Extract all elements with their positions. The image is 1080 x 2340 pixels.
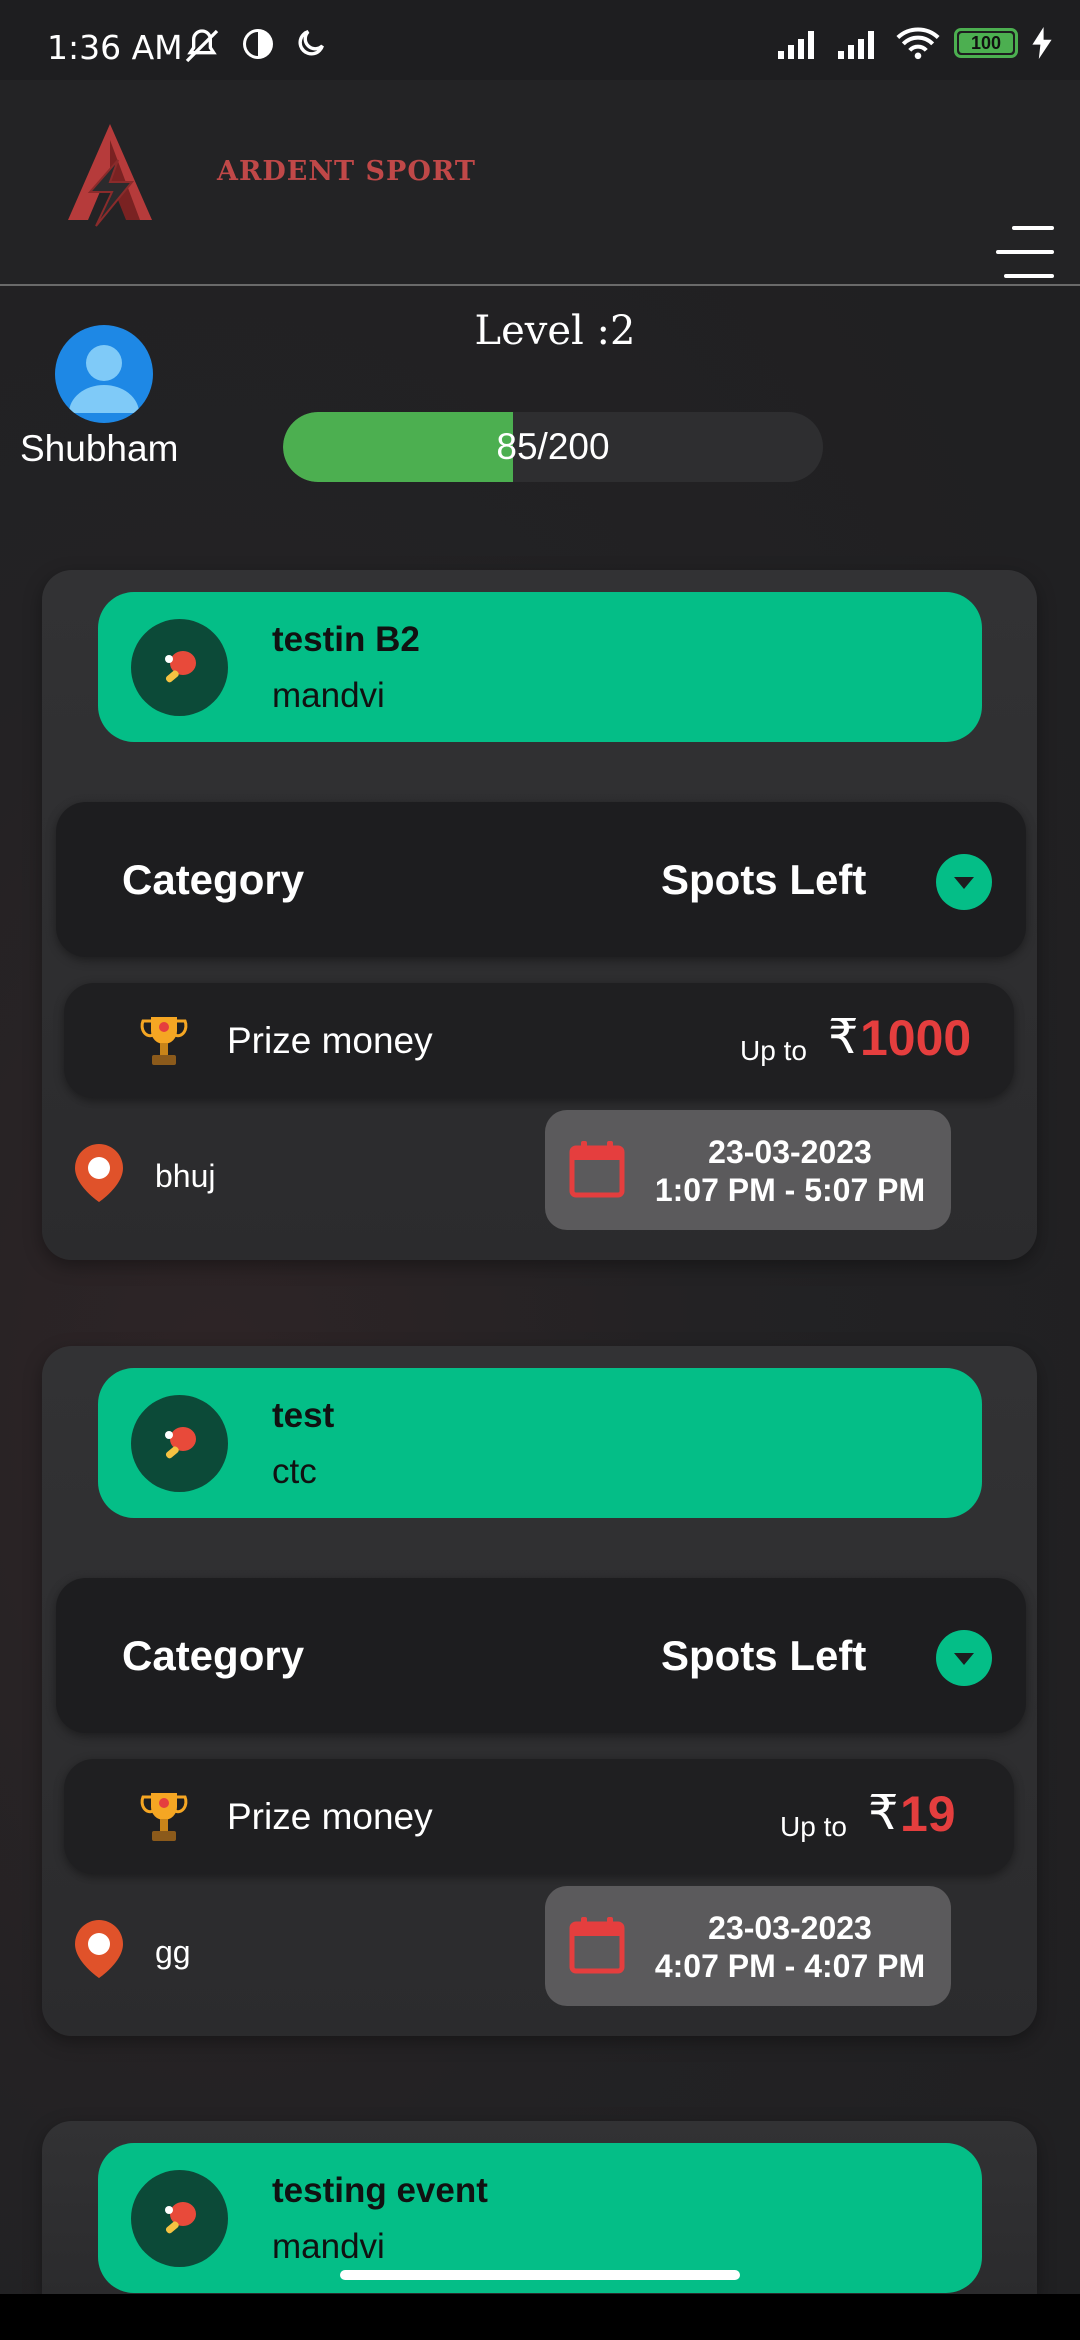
battery-icon: 100 bbox=[954, 28, 1018, 58]
category-label: Category bbox=[122, 856, 305, 903]
level-progress-bar: 85/200 bbox=[283, 412, 823, 482]
event-title: testin B2 bbox=[272, 620, 420, 659]
brand-name: ARDENT SPORT bbox=[217, 156, 476, 187]
progress-label: 85/200 bbox=[496, 426, 610, 467]
event-header[interactable]: testin B2 mandvi bbox=[98, 592, 982, 742]
mute-icon bbox=[185, 29, 219, 63]
currency-symbol: ₹ bbox=[828, 1011, 859, 1064]
home-indicator[interactable] bbox=[340, 2270, 740, 2280]
avatar[interactable] bbox=[55, 325, 153, 423]
up-to-label: Up to bbox=[780, 1811, 847, 1842]
user-icon bbox=[69, 345, 139, 413]
prize-money-label: Prize money bbox=[227, 1796, 433, 1837]
event-title: test bbox=[272, 1396, 335, 1435]
event-venue: mandvi bbox=[272, 2227, 385, 2266]
location-pin-icon bbox=[75, 1144, 123, 1202]
table-tennis-icon bbox=[131, 619, 228, 716]
wifi-icon bbox=[896, 27, 940, 60]
spots-left-label: Spots Left bbox=[661, 1632, 867, 1679]
status-time: 1:36 AM bbox=[47, 28, 183, 67]
event-date: 23-03-2023 bbox=[708, 1134, 872, 1170]
event-time: 1:07 PM - 5:07 PM bbox=[654, 1172, 926, 1208]
date-time-box: 23-03-2023 4:07 PM - 4:07 PM bbox=[545, 1886, 951, 2006]
user-name: Shubham bbox=[20, 428, 179, 469]
event-time: 4:07 PM - 4:07 PM bbox=[654, 1948, 926, 1984]
event-title: testing event bbox=[272, 2171, 488, 2210]
calendar-icon bbox=[569, 1141, 625, 1198]
table-tennis-icon bbox=[131, 2170, 228, 2267]
moon-icon bbox=[298, 30, 324, 56]
calendar-icon bbox=[569, 1917, 625, 1974]
location-pin-icon bbox=[75, 1920, 123, 1978]
trophy-icon bbox=[140, 1793, 188, 1841]
signal-icon bbox=[778, 31, 814, 59]
event-location: gg bbox=[155, 1934, 191, 1970]
chevron-down-icon[interactable] bbox=[936, 854, 992, 910]
trophy-icon bbox=[140, 1017, 188, 1065]
level-label: Level :2 bbox=[474, 308, 636, 354]
battery-level: 100 bbox=[970, 33, 1002, 53]
event-card[interactable]: test ctc Category Spots Left Prize money… bbox=[42, 1346, 1037, 2036]
ardent-sport-logo bbox=[68, 124, 152, 227]
prize-amount: 1000 bbox=[860, 1010, 972, 1066]
charging-icon bbox=[1032, 27, 1052, 59]
chevron-down-icon[interactable] bbox=[936, 1630, 992, 1686]
prize-money-label: Prize money bbox=[227, 1020, 433, 1061]
event-card[interactable]: testin B2 mandvi Category Spots Left Pri… bbox=[42, 570, 1037, 1260]
spots-left-label: Spots Left bbox=[661, 856, 867, 903]
up-to-label: Up to bbox=[740, 1035, 807, 1066]
event-venue: mandvi bbox=[272, 676, 385, 715]
date-time-box: 23-03-2023 1:07 PM - 5:07 PM bbox=[545, 1110, 951, 1230]
system-nav-bar bbox=[0, 2294, 1080, 2340]
prize-row: Prize money Up to ₹ 19 bbox=[64, 1759, 1014, 1874]
status-bar: 1:36 AM 100 bbox=[0, 0, 1080, 80]
hamburger-menu-icon[interactable] bbox=[996, 226, 1054, 278]
prize-row: Prize money Up to ₹ 1000 bbox=[64, 983, 1014, 1098]
app-header: ARDENT SPORT bbox=[0, 80, 1080, 286]
event-date: 23-03-2023 bbox=[708, 1910, 872, 1946]
event-venue: ctc bbox=[272, 1452, 317, 1491]
event-card[interactable]: testing event mandvi bbox=[42, 2121, 1037, 2294]
signal-icon bbox=[838, 31, 874, 59]
event-location: bhuj bbox=[155, 1158, 216, 1194]
data-saver-icon bbox=[243, 29, 273, 59]
prize-amount: 19 bbox=[900, 1786, 956, 1842]
category-label: Category bbox=[122, 1632, 305, 1679]
event-header[interactable]: test ctc bbox=[98, 1368, 982, 1518]
category-row[interactable]: Category Spots Left bbox=[56, 802, 1026, 957]
currency-symbol: ₹ bbox=[868, 1787, 899, 1840]
category-row[interactable]: Category Spots Left bbox=[56, 1578, 1026, 1733]
table-tennis-icon bbox=[131, 1395, 228, 1492]
